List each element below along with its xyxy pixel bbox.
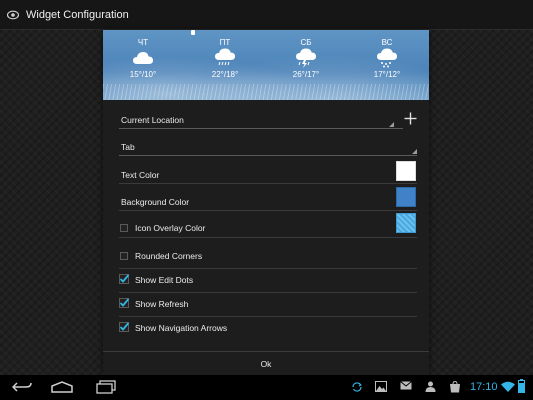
widget-preview: ЧТ 15°/10° ПТ 22°/18° СБ 26°/17° ВС 17°/… bbox=[103, 30, 429, 100]
divider bbox=[119, 292, 417, 293]
show-edit-dots-label: Show Edit Dots bbox=[135, 275, 194, 285]
background-color-label: Background Color bbox=[121, 197, 190, 207]
title-bar: Widget Configuration bbox=[0, 0, 533, 30]
divider bbox=[119, 316, 417, 317]
forecast-day: ПТ 22°/18° bbox=[195, 38, 255, 79]
forecast-day: ВС 17°/12° bbox=[357, 38, 417, 79]
background-color-row[interactable]: Background Color bbox=[119, 187, 417, 209]
rounded-corners-checkbox[interactable] bbox=[120, 252, 128, 260]
add-location-icon[interactable] bbox=[400, 108, 420, 128]
preview-frost-texture bbox=[103, 84, 429, 100]
email-icon bbox=[400, 381, 412, 390]
divider bbox=[119, 183, 417, 184]
forecast-day: ЧТ 15°/10° bbox=[113, 38, 173, 79]
window-title: Widget Configuration bbox=[26, 8, 129, 21]
account-icon bbox=[425, 381, 436, 392]
cloud-snow-icon bbox=[357, 48, 417, 68]
cloud-icon bbox=[113, 48, 173, 68]
sync-icon bbox=[351, 381, 363, 393]
day-name: ВС bbox=[381, 38, 393, 47]
icon-overlay-label: Icon Overlay Color bbox=[135, 223, 206, 233]
day-temp: 17°/12° bbox=[373, 70, 401, 79]
show-refresh-label: Show Refresh bbox=[135, 299, 189, 309]
day-temp: 26°/17° bbox=[292, 70, 320, 79]
recent-apps-icon[interactable] bbox=[94, 379, 118, 395]
show-refresh-checkbox[interactable] bbox=[119, 298, 129, 308]
divider bbox=[119, 237, 417, 238]
rounded-corners-row[interactable]: Rounded Corners bbox=[119, 249, 417, 265]
divider bbox=[119, 210, 417, 211]
text-color-row[interactable]: Text Color bbox=[119, 161, 417, 183]
check-icon bbox=[119, 298, 129, 308]
cloud-rain-icon bbox=[195, 48, 255, 68]
background-color-swatch[interactable] bbox=[396, 187, 416, 207]
gallery-icon bbox=[375, 381, 387, 392]
show-nav-arrows-checkbox[interactable] bbox=[119, 322, 129, 332]
show-refresh-row[interactable]: Show Refresh bbox=[119, 297, 417, 313]
icon-overlay-checkbox[interactable] bbox=[120, 224, 128, 232]
show-edit-dots-checkbox[interactable] bbox=[119, 274, 129, 284]
tab-value: Tab bbox=[121, 142, 135, 152]
day-name: ЧТ bbox=[137, 38, 149, 47]
show-nav-arrows-row[interactable]: Show Navigation Arrows bbox=[119, 321, 417, 337]
back-icon[interactable] bbox=[10, 379, 34, 395]
check-icon bbox=[119, 274, 129, 284]
icon-overlay-row[interactable]: Icon Overlay Color bbox=[119, 213, 417, 235]
day-temp: 22°/18° bbox=[211, 70, 239, 79]
spinner-underline bbox=[119, 128, 403, 129]
location-value: Current Location bbox=[121, 115, 184, 125]
spinner-underline bbox=[119, 155, 417, 156]
day-name: ПТ bbox=[219, 38, 231, 47]
widget-config-panel: ЧТ 15°/10° ПТ 22°/18° СБ 26°/17° ВС 17°/… bbox=[103, 30, 429, 375]
divider bbox=[119, 268, 417, 269]
tab-spinner[interactable]: Tab bbox=[119, 139, 417, 159]
forecast-day: СБ 26°/17° bbox=[276, 38, 336, 79]
show-nav-arrows-label: Show Navigation Arrows bbox=[135, 323, 228, 333]
system-bar: 17:10 bbox=[0, 375, 533, 400]
location-spinner[interactable]: Current Location bbox=[119, 112, 417, 132]
check-icon bbox=[119, 322, 129, 332]
button-bar: Ok bbox=[103, 351, 429, 376]
battery-icon bbox=[518, 379, 525, 393]
show-edit-dots-row[interactable]: Show Edit Dots bbox=[119, 273, 417, 289]
home-icon[interactable] bbox=[50, 379, 74, 395]
edit-dot bbox=[191, 30, 195, 35]
wifi-icon bbox=[501, 381, 515, 392]
day-temp: 15°/10° bbox=[129, 70, 157, 79]
spinner-arrow-icon bbox=[412, 149, 417, 154]
spinner-arrow-icon bbox=[389, 122, 394, 127]
store-icon bbox=[449, 381, 461, 393]
rounded-corners-label: Rounded Corners bbox=[135, 251, 203, 261]
text-color-label: Text Color bbox=[121, 170, 160, 180]
thunderstorm-icon bbox=[276, 48, 336, 68]
clock: 17:10 bbox=[470, 381, 498, 393]
eye-icon bbox=[6, 8, 20, 22]
icon-overlay-swatch[interactable] bbox=[396, 213, 416, 233]
text-color-swatch[interactable] bbox=[396, 161, 416, 181]
day-name: СБ bbox=[300, 38, 312, 47]
ok-button[interactable]: Ok bbox=[103, 352, 429, 376]
